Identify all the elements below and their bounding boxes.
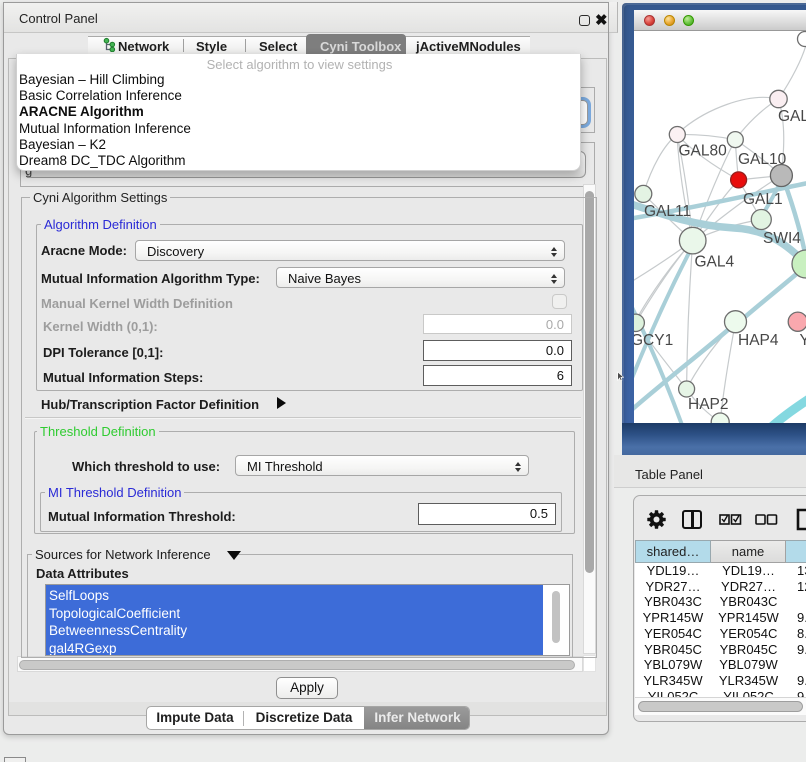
svg-text:HAP4: HAP4	[738, 332, 779, 349]
svg-text:GAL11: GAL11	[644, 203, 691, 220]
svg-text:SWI4: SWI4	[763, 230, 801, 247]
svg-text:GAL2: GAL2	[778, 108, 806, 125]
svg-text:GAL80: GAL80	[679, 143, 728, 160]
svg-text:GCY1: GCY1	[634, 332, 673, 349]
svg-text:HAP2: HAP2	[688, 396, 729, 413]
svg-text:GAL1: GAL1	[743, 191, 783, 208]
svg-text:GAL4: GAL4	[695, 254, 735, 271]
svg-text:GAL10: GAL10	[738, 151, 787, 168]
svg-text:YJ: YJ	[800, 332, 806, 349]
